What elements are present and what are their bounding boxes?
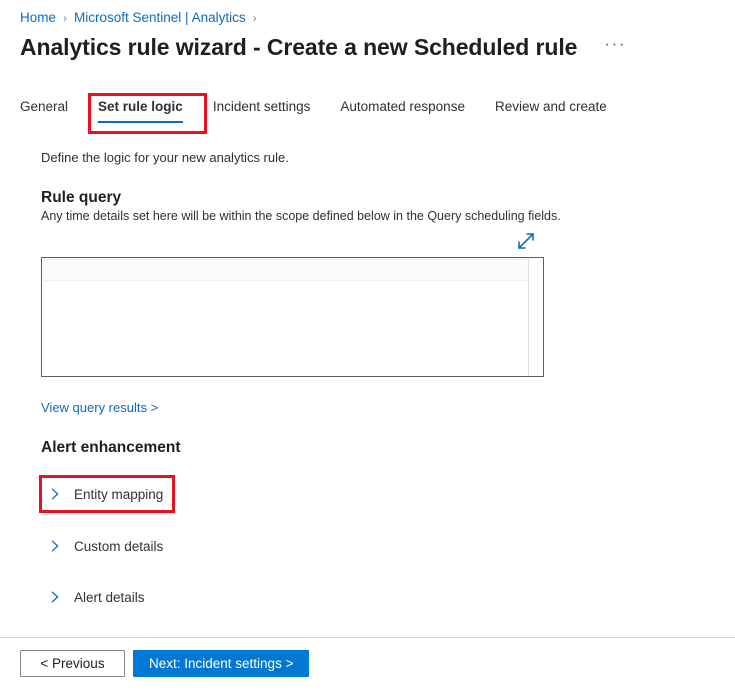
breadcrumb: Home › Microsoft Sentinel | Analytics › [20,9,264,27]
breadcrumb-separator-icon: › [63,11,68,25]
page-title: Analytics rule wizard - Create a new Sch… [20,34,578,60]
tab-active-underline [98,120,183,123]
footer-divider [0,637,735,638]
view-query-results-link[interactable]: View query results > [41,400,158,415]
next-incident-settings-button[interactable]: Next: Incident settings > [133,650,310,677]
accordion-entity-mapping[interactable]: Entity mapping [45,480,173,508]
intro-text: Define the logic for your new analytics … [41,150,289,165]
accordion-custom-details[interactable]: Custom details [45,532,173,560]
tab-general-label: General [20,99,69,114]
accordion-entity-mapping-label: Entity mapping [74,486,164,502]
query-editor-line-header [43,259,527,281]
title-row: Analytics rule wizard - Create a new Sch… [20,34,629,61]
tab-set-rule-logic-label: Set rule logic [98,99,183,114]
tab-incident-settings[interactable]: Incident settings [213,99,311,123]
breadcrumb-separator-icon-2: › [252,11,257,25]
tab-automated-response[interactable]: Automated response [340,99,465,123]
rule-query-editor[interactable] [41,257,544,377]
tab-general[interactable]: General [20,99,68,123]
tab-incident-settings-label: Incident settings [212,99,311,114]
tab-set-rule-logic[interactable]: Set rule logic [98,99,183,123]
tab-automated-response-label: Automated response [340,99,465,114]
rule-query-heading: Rule query [41,189,122,206]
breadcrumb-item-sentinel-analytics[interactable]: Microsoft Sentinel | Analytics [74,9,246,27]
accordion-alert-details-label: Alert details [74,589,145,605]
chevron-right-icon [45,484,65,504]
query-editor-scrollbar[interactable] [528,258,543,376]
chevron-right-icon [45,536,65,556]
previous-button[interactable]: < Previous [20,650,125,677]
tab-review-and-create-label: Review and create [494,99,607,114]
ellipsis-icon[interactable]: ··· [601,35,629,53]
breadcrumb-item-home[interactable]: Home [20,9,56,27]
wizard-footer: < Previous Next: Incident settings > [20,650,310,677]
accordion-alert-details[interactable]: Alert details [45,583,155,611]
expand-diagonal-icon[interactable] [513,229,539,253]
wizard-tabs: General Set rule logic Incident settings… [20,99,637,133]
rule-query-subtext: Any time details set here will be within… [41,209,561,223]
alert-enhancement-heading: Alert enhancement [41,439,181,456]
tab-review-and-create[interactable]: Review and create [495,99,607,123]
chevron-right-icon [45,587,65,607]
accordion-custom-details-label: Custom details [74,538,164,554]
